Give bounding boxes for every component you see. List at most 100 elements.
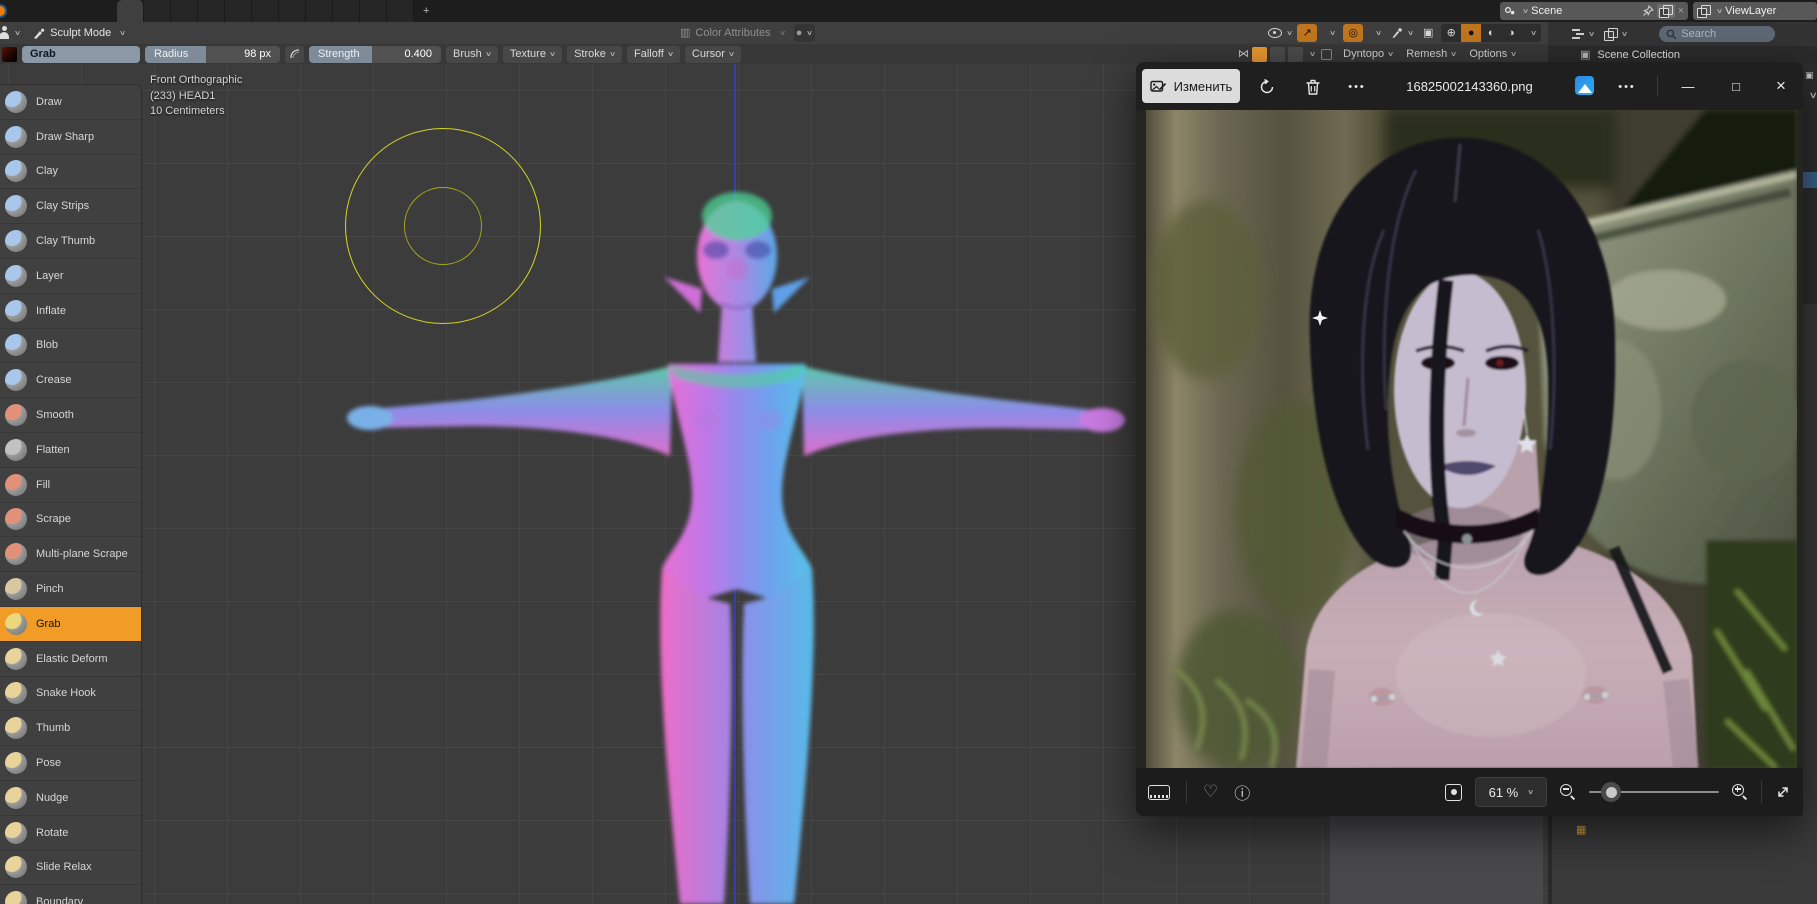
close-button[interactable]: × — [1759, 62, 1803, 110]
filmstrip-toggle-button[interactable] — [1148, 785, 1170, 800]
tool-item[interactable]: Thumb — [0, 711, 141, 746]
workspace-tab[interactable] — [360, 0, 387, 22]
photo-canvas[interactable] — [1136, 110, 1803, 768]
new-scene-button[interactable] — [1657, 4, 1675, 18]
tool-item[interactable]: Fill — [0, 468, 141, 503]
maximize-button[interactable]: □ — [1714, 62, 1758, 110]
workspace-tab[interactable] — [279, 0, 306, 22]
outliner-display-mode-button[interactable]: ∨ — [1602, 25, 1629, 43]
workspace-tab[interactable] — [306, 0, 333, 22]
tool-item[interactable]: Crease — [0, 363, 141, 398]
workspace-tab[interactable] — [198, 0, 225, 22]
tool-settings-dropdown[interactable]: Texture ∨ — [503, 46, 562, 63]
shading-rendered-button[interactable]: ◑ — [1501, 24, 1521, 42]
tool-item[interactable]: Pose — [0, 746, 141, 781]
tool-item[interactable]: Slide Relax — [0, 851, 141, 886]
zoom-slider[interactable] — [1589, 791, 1719, 793]
sculpt-panel-dropdown[interactable]: Remesh ∨ — [1401, 48, 1461, 60]
add-workspace-button[interactable]: + — [414, 0, 438, 22]
outliner-filter-button[interactable]: ∨ — [1570, 25, 1596, 43]
brush-preview-thumbnail[interactable] — [2, 47, 17, 62]
workspace-tab[interactable] — [171, 0, 198, 22]
pin-icon[interactable] — [1642, 5, 1654, 17]
tool-item[interactable]: Grab — [0, 607, 141, 642]
viewlayer-selector[interactable]: ∨ ViewLayer — [1693, 2, 1817, 20]
workspace-tab[interactable] — [117, 0, 144, 22]
object-visibility-dropdown[interactable]: ∨ — [1266, 24, 1294, 42]
radius-slider[interactable]: Radius 98 px — [145, 46, 280, 63]
sculpt-panel-dropdown[interactable]: Options ∨ — [1464, 48, 1521, 60]
tool-item[interactable]: Clay Strips — [0, 189, 141, 224]
tool-item[interactable]: Inflate — [0, 294, 141, 329]
tool-item[interactable]: Pinch — [0, 572, 141, 607]
gizmos-dropdown[interactable]: ∨ — [1320, 24, 1340, 42]
symmetry-axis-button[interactable] — [1270, 47, 1285, 62]
overlays-dropdown[interactable]: ∨ — [1366, 24, 1386, 42]
unlink-scene-button[interactable]: × — [1678, 5, 1684, 17]
zoom-out-button[interactable] — [1560, 784, 1576, 800]
workspace-tab[interactable] — [333, 0, 360, 22]
shading-dropdown[interactable]: ∨ — [1521, 24, 1541, 42]
tool-item[interactable]: Smooth — [0, 398, 141, 433]
mode-selector[interactable]: Sculpt Mode ∨ — [30, 24, 127, 42]
xray-toggle[interactable]: ▣ — [1418, 24, 1438, 42]
tool-item[interactable]: Blob — [0, 329, 141, 364]
tool-item[interactable]: Snake Hook — [0, 677, 141, 712]
workspace-tab[interactable] — [225, 0, 252, 22]
tool-item[interactable]: Draw — [0, 85, 141, 120]
fit-to-window-button[interactable] — [1445, 784, 1462, 801]
zoom-slider-knob[interactable] — [1601, 782, 1621, 802]
tool-item[interactable]: Draw Sharp — [0, 120, 141, 155]
tool-item[interactable]: Clay Thumb — [0, 224, 141, 259]
tool-settings-dropdown[interactable]: Falloff ∨ — [627, 46, 680, 63]
fullscreen-button[interactable] — [1775, 784, 1791, 800]
tool-settings-dropdown[interactable]: Brush ∨ — [446, 46, 498, 63]
info-button[interactable]: ⓘ — [1234, 780, 1250, 804]
annotate-dropdown[interactable]: ∨ — [1389, 24, 1415, 42]
delete-button[interactable] — [1300, 74, 1326, 100]
color-picker-button[interactable]: ● ∨ — [794, 24, 815, 42]
zoom-level-dropdown[interactable]: 61 % ∨ — [1475, 777, 1547, 807]
tool-item[interactable]: Multi-plane Scrape — [0, 537, 141, 572]
overlays-toggle[interactable]: ◎ — [1343, 24, 1363, 42]
properties-tab-icon[interactable]: ▦ — [1576, 823, 1586, 836]
blender-logo-icon[interactable] — [0, 4, 7, 18]
tool-settings-dropdown[interactable]: Cursor ∨ — [685, 46, 741, 63]
tool-item[interactable]: Boundary — [0, 885, 141, 904]
editor-type-button[interactable]: ∨ — [0, 24, 22, 42]
zoom-in-button[interactable] — [1732, 784, 1748, 800]
tool-item[interactable]: Flatten — [0, 433, 141, 468]
dyntopo-checkbox[interactable] — [1321, 49, 1332, 60]
sculpt-panel-dropdown[interactable]: Dyntopo ∨ — [1338, 48, 1398, 60]
tool-item[interactable]: Scrape — [0, 503, 141, 538]
search-input[interactable] — [1681, 28, 1761, 40]
tool-settings-dropdown[interactable]: Stroke ∨ — [567, 46, 622, 63]
rotate-button[interactable] — [1254, 74, 1280, 100]
minimize-button[interactable]: — — [1666, 62, 1710, 110]
outliner-search[interactable] — [1659, 26, 1775, 42]
workspace-tab[interactable] — [144, 0, 171, 22]
symmetry-axis-button[interactable] — [1288, 47, 1303, 62]
edit-image-button[interactable]: Изменить — [1142, 69, 1240, 103]
radius-unit-button[interactable] — [285, 46, 304, 63]
shading-material-button[interactable]: ◐ — [1481, 24, 1501, 42]
active-tool-field[interactable]: Grab — [22, 46, 140, 63]
tool-item[interactable]: Elastic Deform — [0, 642, 141, 677]
tool-item[interactable]: Layer — [0, 259, 141, 294]
photos-titlebar[interactable]: Изменить ••• 16825002143360.png ••• — □ … — [1136, 62, 1803, 110]
tool-item[interactable]: Nudge — [0, 781, 141, 816]
workspace-tab[interactable] — [252, 0, 279, 22]
workspace-tab[interactable] — [387, 0, 414, 22]
shading-solid-button[interactable]: ● — [1461, 24, 1481, 42]
shading-wireframe-button[interactable]: ⊕ — [1441, 24, 1461, 42]
favorite-button[interactable]: ♡ — [1203, 782, 1218, 802]
tool-item[interactable]: Rotate — [0, 816, 141, 851]
see-more-button[interactable]: ••• — [1344, 74, 1370, 100]
scene-selector[interactable]: ∨ Scene × — [1500, 2, 1688, 20]
symmetry-axis-button[interactable] — [1252, 47, 1267, 62]
strength-slider[interactable]: Strength 0.400 — [309, 46, 441, 63]
viewlayer-name: ViewLayer — [1725, 5, 1776, 17]
more-options-button[interactable]: ••• — [1614, 74, 1640, 100]
gizmos-toggle[interactable]: ↗ — [1297, 24, 1317, 42]
tool-item[interactable]: Clay — [0, 155, 141, 190]
